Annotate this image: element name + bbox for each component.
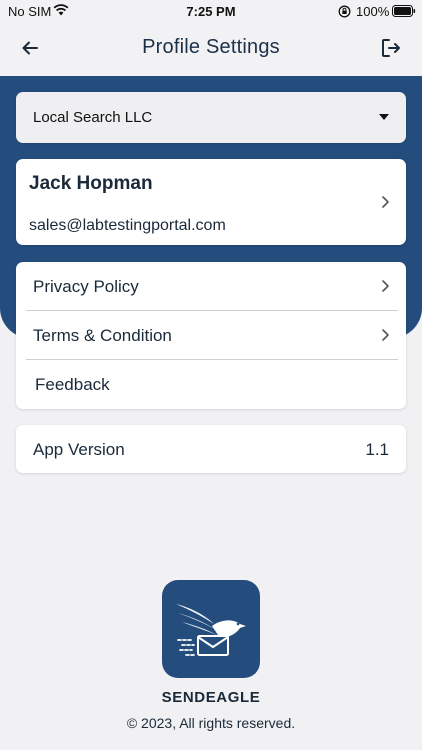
company-select-value: Local Search LLC (33, 109, 153, 126)
app-header: Profile Settings (0, 22, 422, 76)
chevron-right-icon (382, 280, 389, 292)
menu-item-label: Terms & Condition (33, 326, 172, 345)
profile-name: Jack Hopman (29, 173, 153, 194)
menu-item-feedback[interactable]: Feedback (16, 360, 406, 408)
settings-menu: Privacy Policy Terms & Condition Feedbac… (16, 262, 406, 409)
orientation-lock-icon (338, 5, 351, 18)
app-version-value: 1.1 (365, 440, 389, 459)
chevron-right-icon (382, 329, 389, 341)
caret-down-icon (379, 114, 389, 120)
status-bar: No SIM 7:25 PM 100% (0, 0, 422, 22)
menu-item-label: Privacy Policy (33, 277, 139, 296)
app-logo (162, 580, 260, 678)
page-title: Profile Settings (142, 36, 280, 58)
app-version-card: App Version 1.1 (16, 425, 406, 473)
profile-email: sales@labtestingportal.com (29, 217, 226, 234)
chevron-right-icon (382, 196, 389, 208)
app-name: SENDEAGLE (161, 689, 261, 706)
profile-card[interactable]: Jack Hopman sales@labtestingportal.com (16, 159, 406, 245)
battery-percent: 100% (356, 4, 390, 19)
logout-icon[interactable] (381, 38, 401, 58)
eagle-envelope-icon (176, 604, 246, 656)
menu-item-label: Feedback (35, 375, 110, 394)
battery-icon (392, 5, 416, 17)
copyright-text: © 2023, All rights reserved. (126, 715, 296, 731)
menu-item-privacy-policy[interactable]: Privacy Policy (16, 262, 406, 310)
menu-item-terms[interactable]: Terms & Condition (16, 311, 406, 359)
company-select[interactable]: Local Search LLC (16, 92, 406, 143)
app-version-label: App Version (33, 440, 125, 459)
